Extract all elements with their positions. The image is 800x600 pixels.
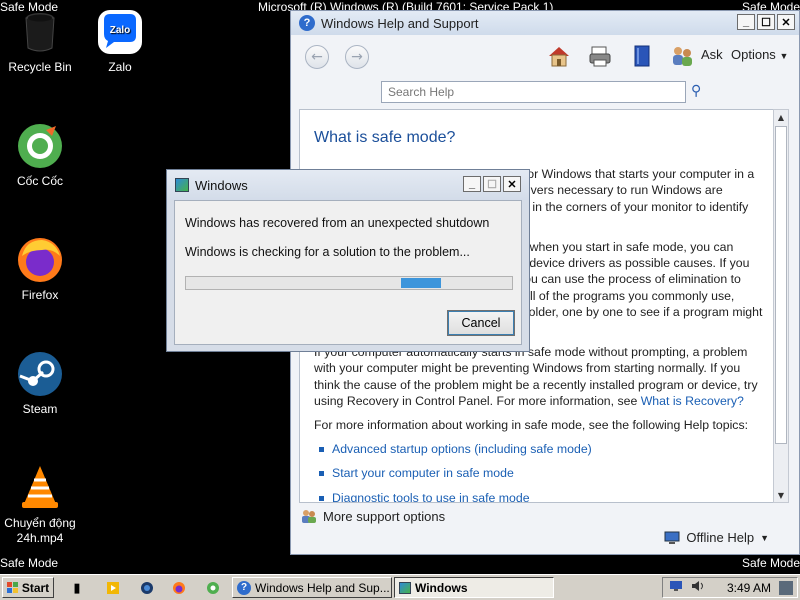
desktop-icon-zalo[interactable]: Zalo Zalo	[80, 8, 160, 75]
options-label: Options	[731, 47, 776, 62]
help-paragraph: For more information about working in sa…	[314, 418, 749, 433]
desktop-icon-label: Recycle Bin	[8, 60, 72, 74]
help-window-title: Windows Help and Support	[321, 15, 479, 31]
search-icon[interactable]: ⚲	[691, 83, 701, 99]
windows-dialog-icon	[399, 581, 411, 594]
ask-label[interactable]: Ask	[701, 47, 723, 62]
firefox-icon	[18, 238, 62, 282]
show-desktop-icon[interactable]: ▮	[68, 579, 86, 597]
dialog-body: Windows has recovered from an unexpected…	[174, 200, 522, 345]
scroll-up-icon[interactable]: ▲	[774, 110, 788, 124]
support-people-icon	[302, 510, 316, 523]
help-toolbar: ← → Ask Options ▼	[291, 39, 799, 73]
windows-logo-icon	[6, 581, 18, 593]
desktop-icon-firefox[interactable]: Firefox	[0, 236, 80, 303]
scroll-down-icon[interactable]: ▼	[774, 488, 788, 502]
help-topic-list: Advanced startup options (including safe…	[314, 441, 766, 502]
volume-icon[interactable]	[691, 580, 705, 595]
steam-icon	[18, 352, 62, 396]
safe-mode-label-bottom-right: Safe Mode	[741, 556, 800, 570]
help-topic-heading: What is safe mode?	[314, 129, 456, 146]
more-support-label: More support options	[323, 508, 446, 524]
vlc-icon	[22, 466, 58, 508]
recovery-dialog: Windows _ ☐ ✕ Windows has recovered from…	[166, 169, 530, 352]
desktop-icon-label: Cốc Cốc	[16, 174, 63, 188]
home-icon[interactable]	[546, 43, 572, 69]
cancel-button[interactable]: Cancel	[447, 310, 515, 336]
dialog-message-recovered: Windows has recovered from an unexpected…	[185, 216, 490, 230]
minimize-button[interactable]: _	[737, 14, 755, 30]
help-topic-link[interactable]: Diagnostic tools to use in safe mode	[314, 490, 766, 502]
content-scrollbar[interactable]: ▲ ▼	[773, 109, 789, 503]
taskbar-button-label: Windows Help and Sup...	[255, 580, 390, 595]
help-topic-link[interactable]: Start your computer in safe mode	[314, 465, 766, 481]
progress-marquee	[401, 278, 441, 288]
help-topic-link[interactable]: Advanced startup options (including safe…	[314, 441, 766, 457]
safe-mode-label-bottom-left: Safe Mode	[0, 556, 59, 570]
back-button[interactable]: ←	[305, 45, 329, 69]
chevron-down-icon: ▼	[760, 532, 769, 543]
offline-computer-icon	[664, 531, 680, 544]
help-paragraph: If your computer automatically starts in…	[314, 344, 766, 409]
scroll-thumb[interactable]	[775, 126, 787, 444]
clock[interactable]: 3:49 AM	[727, 581, 771, 595]
quick-launch-browser-icon[interactable]	[138, 579, 156, 597]
ask-icon[interactable]	[669, 43, 695, 69]
help-icon: ?	[237, 580, 251, 595]
help-icon: ?	[299, 15, 315, 31]
network-icon[interactable]	[669, 580, 683, 595]
desktop-icon-recycle-bin[interactable]: Recycle Bin	[0, 8, 80, 75]
windows-dialog-icon	[175, 178, 189, 192]
start-button[interactable]: Start	[2, 577, 54, 598]
offline-help-label: Offline Help	[686, 530, 755, 545]
desktop-icon-coccoc[interactable]: Cốc Cốc	[0, 122, 80, 189]
maximize-button[interactable]: ☐	[757, 14, 775, 30]
quick-launch-firefox-icon[interactable]	[170, 579, 188, 597]
dialog-titlebar[interactable]: Windows _ ☐ ✕	[167, 170, 529, 200]
forward-button[interactable]: →	[345, 45, 369, 69]
taskbar-button-help[interactable]: ? Windows Help and Sup...	[232, 577, 392, 598]
maximize-button[interactable]: ☐	[483, 176, 501, 192]
desktop-icon-steam[interactable]: Steam	[0, 350, 80, 417]
desktop-icon-label: Zalo	[108, 60, 132, 74]
chevron-down-icon: ▼	[779, 51, 789, 61]
coccoc-icon	[18, 124, 62, 168]
close-button[interactable]: ✕	[777, 14, 795, 30]
help-window-titlebar[interactable]: ? Windows Help and Support _ ☐ ✕	[291, 11, 799, 35]
options-menu[interactable]: Options ▼	[731, 47, 788, 62]
quick-launch-coccoc-icon[interactable]	[204, 579, 222, 597]
recycle-bin-icon	[25, 13, 55, 52]
browse-help-icon[interactable]	[629, 43, 655, 69]
desktop-icon-label: Firefox	[21, 288, 59, 302]
zalo-icon: Zalo	[98, 10, 142, 54]
svg-text:Zalo: Zalo	[110, 25, 131, 36]
dialog-title: Windows	[195, 177, 248, 193]
notification-icon[interactable]	[779, 580, 794, 595]
media-player-icon[interactable]	[104, 579, 122, 597]
dialog-message-checking: Windows is checking for a solution to th…	[185, 245, 470, 259]
more-support-options-button[interactable]: More support options	[301, 508, 445, 524]
taskbar-button-label: Windows	[415, 580, 468, 595]
taskbar-button-windows-dialog[interactable]: Windows	[394, 577, 554, 598]
taskbar: Start ▮ ? Windows Help and Sup... Window…	[0, 574, 800, 600]
close-button[interactable]: ✕	[503, 176, 521, 192]
search-input[interactable]: Search Help	[381, 81, 686, 103]
desktop-icon-label: Chuyển động 24h.mp4	[4, 516, 76, 545]
offline-help-dropdown[interactable]: Offline Help ▼	[664, 530, 769, 545]
desktop-icon-video-file[interactable]: Chuyển động 24h.mp4	[0, 464, 80, 546]
desktop: Safe Mode Safe Mode Safe Mode Safe Mode …	[0, 0, 800, 600]
system-tray: 3:49 AM	[662, 577, 798, 598]
print-icon[interactable]	[587, 43, 613, 69]
start-label: Start	[21, 580, 50, 595]
what-is-recovery-link[interactable]: What is Recovery?	[641, 394, 744, 408]
desktop-icon-label: Steam	[22, 402, 58, 416]
minimize-button[interactable]: _	[463, 176, 481, 192]
progress-bar	[185, 276, 513, 290]
